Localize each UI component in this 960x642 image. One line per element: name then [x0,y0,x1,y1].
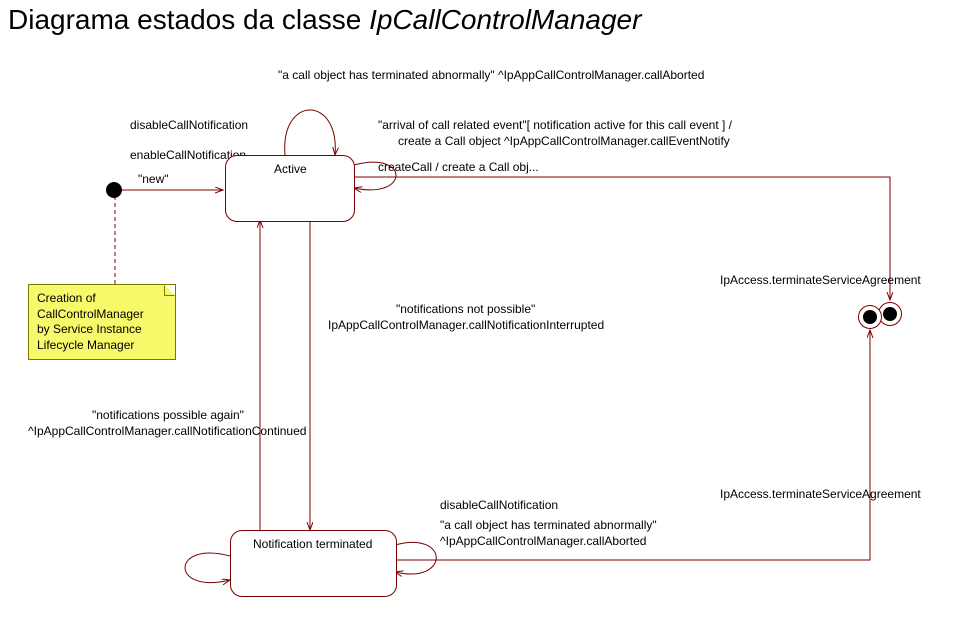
initial-state [106,182,122,198]
title-prefix: Diagrama estados da classe [8,4,369,35]
label-terminate-sa-2: IpAccess.terminateServiceAgreement [720,487,921,501]
state-notification-terminated: Notification terminated [230,530,397,597]
label-notif-possible-2: ^IpAppCallControlManager.callNotificatio… [28,424,306,438]
label-arrival-line1: "arrival of call related event"[ notific… [378,118,732,132]
state-active-label: Active [274,162,307,176]
title-class: IpCallControlManager [369,4,641,35]
label-notif-not-possible-2: IpAppCallControlManager.callNotification… [328,318,604,332]
label-call-aborted-2b: ^IpAppCallControlManager.callAborted [440,534,646,548]
label-notif-not-possible-1: "notifications not possible" [396,302,535,316]
note-line3: by Service Instance [37,322,167,338]
note-line2: CallControlManager [37,307,167,323]
note-line1: Creation of [37,291,167,307]
label-call-aborted-2a: "a call object has terminated abnormally… [440,518,657,532]
label-create-call: createCall / create a Call obj... [378,160,539,174]
label-disable-call-notification: disableCallNotification [130,118,248,132]
label-terminate-sa-1: IpAccess.terminateServiceAgreement [720,273,921,287]
label-call-aborted: "a call object has terminated abnormally… [278,68,704,82]
label-new: "new" [138,172,169,186]
label-disable-call-notification-2: disableCallNotification [440,498,558,512]
label-arrival-line2: create a Call object ^IpAppCallControlMa… [398,134,730,148]
note-creation: Creation of CallControlManager by Servic… [28,284,176,360]
final-state-2 [858,305,882,329]
state-notification-terminated-label: Notification terminated [253,537,372,551]
label-notif-possible-1: "notifications possible again" [92,408,244,422]
diagram-title: Diagrama estados da classe IpCallControl… [8,4,641,36]
note-line4: Lifecycle Manager [37,338,167,354]
state-active: Active [225,155,355,222]
